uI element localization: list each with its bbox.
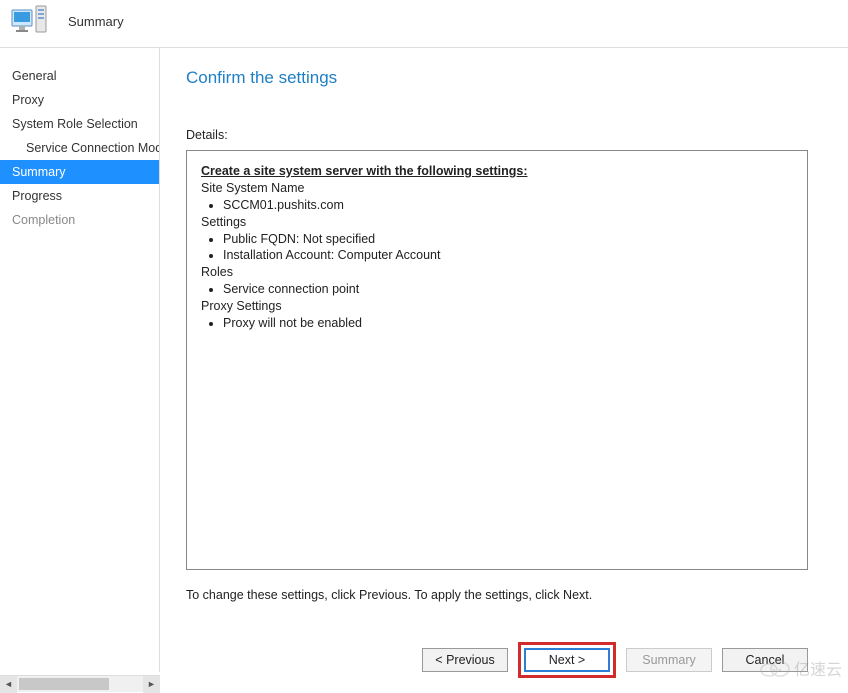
scroll-thumb[interactable] <box>19 678 109 690</box>
summary-button: Summary <box>626 648 712 672</box>
details-item: Public FQDN: Not specified <box>223 231 793 248</box>
nav-item-system-role-selection[interactable]: System Role Selection <box>0 112 159 136</box>
nav-horizontal-scrollbar[interactable]: ◄ ► <box>0 675 160 692</box>
server-role-icon <box>10 4 50 40</box>
nav-item-completion: Completion <box>0 208 159 232</box>
instruction-text: To change these settings, click Previous… <box>186 588 808 602</box>
button-row: < Previous Next > Summary Cancel <box>186 642 808 678</box>
main-title: Confirm the settings <box>186 68 808 88</box>
nav-item-progress[interactable]: Progress <box>0 184 159 208</box>
nav-item-proxy[interactable]: Proxy <box>0 88 159 112</box>
details-box: Create a site system server with the fol… <box>186 150 808 570</box>
nav-item-general[interactable]: General <box>0 64 159 88</box>
page-title: Summary <box>68 14 124 29</box>
page-header: Summary <box>0 0 848 48</box>
details-section-list: Public FQDN: Not specifiedInstallation A… <box>223 231 793 265</box>
nav-item-summary[interactable]: Summary <box>0 160 159 184</box>
next-button[interactable]: Next > <box>524 648 610 672</box>
previous-button[interactable]: < Previous <box>422 648 508 672</box>
main-pane: Confirm the settings Details: Create a s… <box>160 48 848 672</box>
nav-item-service-connection-mode[interactable]: Service Connection Mode <box>0 136 159 160</box>
details-section-list: Proxy will not be enabled <box>223 315 793 332</box>
details-item: Service connection point <box>223 281 793 298</box>
scroll-left-arrow[interactable]: ◄ <box>0 676 17 693</box>
details-section-label: Roles <box>201 264 793 281</box>
details-section-label: Proxy Settings <box>201 298 793 315</box>
scroll-right-arrow[interactable]: ► <box>143 676 160 693</box>
details-section-label: Settings <box>201 214 793 231</box>
details-item: Installation Account: Computer Account <box>223 247 793 264</box>
details-heading: Create a site system server with the fol… <box>201 163 793 180</box>
next-button-highlight: Next > <box>518 642 616 678</box>
wizard-nav: GeneralProxySystem Role SelectionService… <box>0 48 160 672</box>
details-item: Proxy will not be enabled <box>223 315 793 332</box>
details-item: SCCM01.pushits.com <box>223 197 793 214</box>
details-section-label: Site System Name <box>201 180 793 197</box>
details-section-list: SCCM01.pushits.com <box>223 197 793 214</box>
details-section-list: Service connection point <box>223 281 793 298</box>
details-label: Details: <box>186 128 808 142</box>
cancel-button[interactable]: Cancel <box>722 648 808 672</box>
